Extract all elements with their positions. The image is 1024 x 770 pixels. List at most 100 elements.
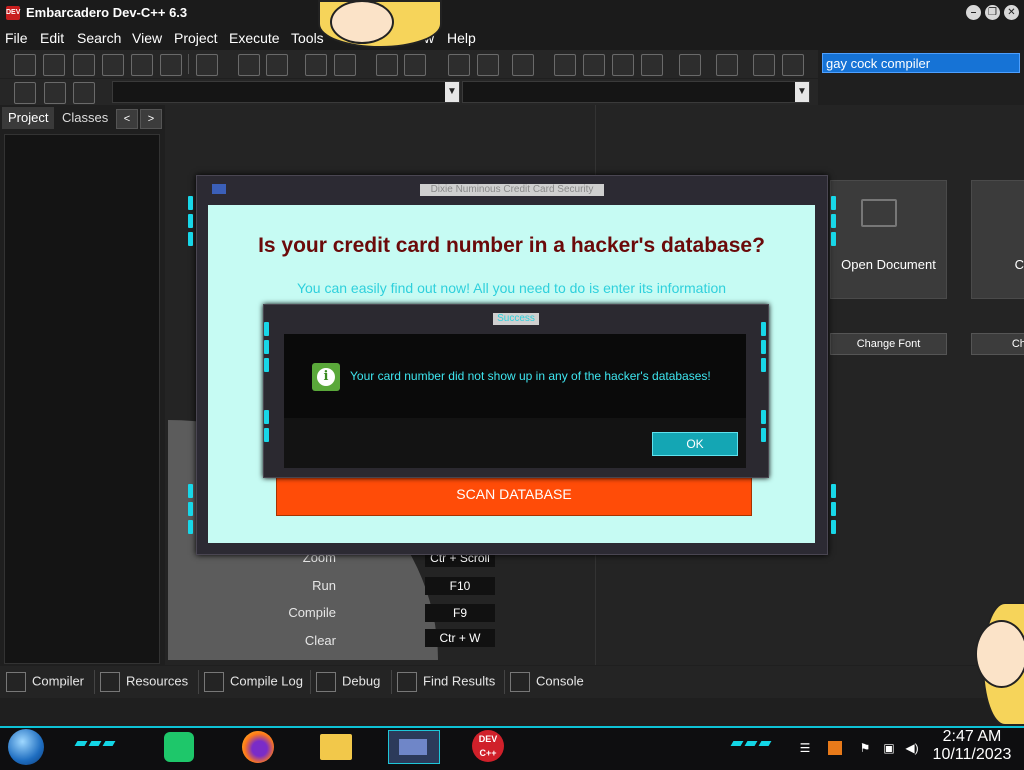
next-tab-button[interactable]: >: [140, 109, 162, 129]
bookmark-remove-icon[interactable]: [477, 54, 499, 76]
comment-icon[interactable]: [512, 54, 534, 76]
app-tray-icon[interactable]: [828, 741, 842, 755]
prev-tab-button[interactable]: <: [116, 109, 138, 129]
menu-view[interactable]: View: [132, 30, 162, 46]
network-icon[interactable]: ▣: [882, 741, 896, 755]
tab-label: Debug: [342, 673, 381, 689]
app-window-icon[interactable]: [388, 730, 440, 764]
debug-icon: [316, 672, 336, 692]
close-all-icon[interactable]: [160, 54, 182, 76]
undo-icon[interactable]: [376, 54, 398, 76]
tiles-icon[interactable]: [641, 54, 663, 76]
find-icon[interactable]: [238, 54, 260, 76]
menu-edit[interactable]: Edit: [40, 30, 64, 46]
member-combo[interactable]: ▼: [462, 81, 810, 103]
clock-time[interactable]: 2:47 AM: [920, 728, 1024, 746]
grid-view-icon[interactable]: [554, 54, 576, 76]
stop-icon[interactable]: [716, 54, 738, 76]
volume-icon[interactable]: ◀): [905, 741, 919, 755]
class-combo[interactable]: ▼: [112, 81, 460, 103]
minimize-button[interactable]: –: [966, 5, 981, 20]
scan-database-button[interactable]: SCAN DATABASE: [276, 472, 752, 516]
dialog-system-icon[interactable]: [212, 184, 226, 194]
shortcut-label: Compile: [288, 605, 336, 620]
clock-date[interactable]: 10/11/2023: [920, 746, 1024, 764]
flag-icon[interactable]: ⚑: [858, 741, 872, 755]
secondary-toolbar: ▼ ▼: [0, 79, 818, 105]
character-face-decoration: [975, 620, 1024, 688]
bookmark-icon[interactable]: [44, 82, 66, 104]
menu-project[interactable]: Project: [174, 30, 218, 46]
resources-icon: [100, 672, 120, 692]
success-dialog-title: Success: [493, 313, 539, 325]
tab-label: Compiler: [32, 673, 85, 689]
new-file-icon[interactable]: [14, 54, 36, 76]
chevron-down-icon[interactable]: ▼: [445, 82, 459, 102]
keyboard-icon[interactable]: ☰: [798, 741, 812, 755]
tab-compiler[interactable]: Compiler: [6, 672, 84, 692]
close-button[interactable]: ✕: [1004, 5, 1019, 20]
chevron-down-icon[interactable]: ▼: [795, 82, 809, 102]
start-button[interactable]: [8, 729, 44, 765]
tab-find-results[interactable]: Find Results: [397, 672, 495, 692]
replace-icon[interactable]: [266, 54, 288, 76]
check-icon[interactable]: [679, 54, 701, 76]
tab-console[interactable]: Console: [510, 672, 584, 692]
search-input[interactable]: gay cock compiler: [822, 53, 1020, 73]
frame-light: [264, 428, 269, 442]
tab-separator: [391, 670, 392, 694]
frame-light: [831, 484, 836, 498]
calculator-icon[interactable]: [612, 54, 634, 76]
frame-light: [264, 322, 269, 336]
change-font-button[interactable]: Change Font: [830, 333, 947, 355]
indent-icon[interactable]: [305, 54, 327, 76]
shortcut-label: Clear: [304, 633, 336, 648]
firefox-icon[interactable]: [242, 731, 274, 763]
menu-help[interactable]: Help: [447, 30, 476, 46]
notes-icon[interactable]: [164, 732, 194, 762]
maximize-button[interactable]: ❐: [985, 5, 1000, 20]
shortcut-key: Ctr + W: [425, 629, 495, 647]
tab-separator: [310, 670, 311, 694]
tab-resources[interactable]: Resources: [100, 672, 188, 692]
save-all-icon[interactable]: [102, 54, 124, 76]
open-folder-icon[interactable]: [43, 54, 65, 76]
tab-debug[interactable]: Debug: [316, 672, 380, 692]
unindent-icon[interactable]: [334, 54, 356, 76]
goto-icon[interactable]: [14, 82, 36, 104]
menu-bar: File Edit Search View Project Execute To…: [0, 26, 1024, 50]
frame-light: [264, 410, 269, 424]
new-project-card[interactable]: C: [971, 180, 1024, 299]
bookmark-add-icon[interactable]: [448, 54, 470, 76]
close-file-icon[interactable]: [131, 54, 153, 76]
menu-file[interactable]: File: [5, 30, 28, 46]
menu-search[interactable]: Search: [77, 30, 121, 46]
dialog-title: Dixie Numinous Credit Card Security: [420, 184, 604, 196]
bookmarks-list-icon[interactable]: [73, 82, 95, 104]
tab-separator: [504, 670, 505, 694]
project-tree[interactable]: [4, 134, 160, 664]
compile-log-icon: [204, 672, 224, 692]
window-icon[interactable]: [583, 54, 605, 76]
menu-tools[interactable]: Tools: [291, 30, 324, 46]
change-theme-button[interactable]: Cha: [971, 333, 1024, 355]
tab-compile-log[interactable]: Compile Log: [204, 672, 303, 692]
open-document-card[interactable]: Open Document: [830, 180, 947, 299]
frame-light: [188, 502, 193, 516]
frame-light: [831, 232, 836, 246]
redo-icon[interactable]: [404, 54, 426, 76]
tab-label: Find Results: [423, 673, 496, 689]
tab-classes[interactable]: Classes: [56, 107, 114, 129]
delete-icon[interactable]: [782, 54, 804, 76]
menu-execute[interactable]: Execute: [229, 30, 280, 46]
frame-light: [188, 232, 193, 246]
frame-light: [761, 358, 766, 372]
devcpp-icon[interactable]: DEV C++: [472, 730, 504, 762]
tab-label: Resources: [126, 673, 189, 689]
chart-icon[interactable]: [753, 54, 775, 76]
print-icon[interactable]: [196, 54, 218, 76]
ok-button[interactable]: OK: [652, 432, 738, 456]
tab-project[interactable]: Project: [2, 107, 55, 129]
file-explorer-icon[interactable]: [320, 734, 352, 760]
save-icon[interactable]: [73, 54, 95, 76]
